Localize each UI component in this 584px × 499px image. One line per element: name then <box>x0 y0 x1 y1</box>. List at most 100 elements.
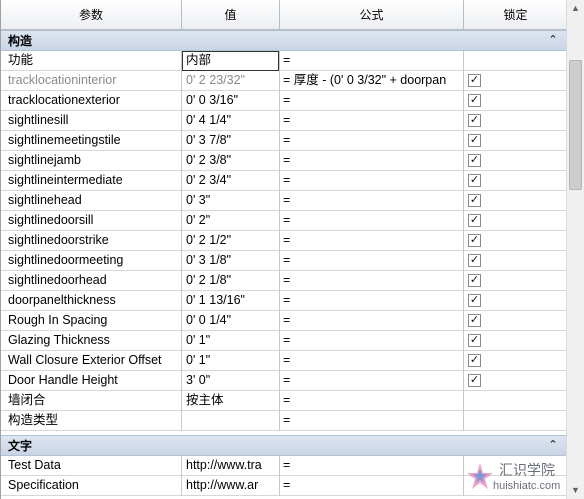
checkbox-checked-icon[interactable]: ✓ <box>468 314 481 327</box>
value-cell[interactable]: 0' 2 3/4" <box>182 171 280 191</box>
value-cell[interactable]: 0' 2 1/2" <box>182 231 280 251</box>
column-header-lock[interactable]: 锁定 <box>464 0 566 30</box>
value-cell[interactable]: http://www.tra <box>182 456 280 476</box>
formula-cell[interactable]: = <box>280 311 464 331</box>
checkbox-checked-icon[interactable]: ✓ <box>468 374 481 387</box>
value-cell[interactable]: 0' 2 3/8" <box>182 151 280 171</box>
scroll-up-icon[interactable]: ▲ <box>567 0 584 17</box>
checkbox-checked-icon[interactable]: ✓ <box>468 114 481 127</box>
value-cell[interactable]: 0' 0 1/4" <box>182 311 280 331</box>
formula-cell[interactable]: = <box>280 191 464 211</box>
value-cell[interactable]: 内部 <box>182 51 280 71</box>
lock-cell: ✓ <box>464 231 566 251</box>
formula-cell[interactable]: = <box>280 91 464 111</box>
table-row[interactable]: doorpanelthickness 0' 1 13/16" = ✓ <box>1 291 566 311</box>
checkbox-checked-icon[interactable]: ✓ <box>468 174 481 187</box>
formula-cell[interactable]: = <box>280 351 464 371</box>
table-row[interactable]: sightlinedoormeeting 0' 3 1/8" = ✓ <box>1 251 566 271</box>
lock-cell: ✓ <box>464 351 566 371</box>
formula-cell[interactable]: = <box>280 111 464 131</box>
table-row[interactable]: 功能 内部 = <box>1 51 566 71</box>
formula-cell[interactable]: = <box>280 171 464 191</box>
formula-cell[interactable]: = <box>280 411 464 431</box>
param-cell: tracklocationinterior <box>1 71 182 91</box>
checkbox-checked-icon[interactable]: ✓ <box>468 354 481 367</box>
formula-cell[interactable]: = <box>280 331 464 351</box>
table-row[interactable]: tracklocationinterior 0' 2 23/32" = 厚度 - (… <box>1 71 566 91</box>
table-row[interactable]: 构造类型 = <box>1 411 566 431</box>
value-cell[interactable]: 0' 0 3/16" <box>182 91 280 111</box>
formula-cell[interactable]: = 厚度 - (0' 0 3/32" + doorpan <box>280 71 464 91</box>
checkbox-checked-icon[interactable]: ✓ <box>468 254 481 267</box>
column-header-value[interactable]: 值 <box>182 0 280 30</box>
value-cell[interactable]: 0' 1" <box>182 331 280 351</box>
group-header[interactable]: 文字 ⌃ <box>1 435 566 456</box>
checkbox-checked-icon[interactable]: ✓ <box>468 194 481 207</box>
table-row[interactable]: sightlinedoorhead 0' 2 1/8" = ✓ <box>1 271 566 291</box>
value-cell[interactable]: 0' 1 13/16" <box>182 291 280 311</box>
value-cell[interactable]: 0' 2" <box>182 211 280 231</box>
value-cell[interactable]: 0' 3" <box>182 191 280 211</box>
checkbox-checked-icon[interactable]: ✓ <box>468 74 481 87</box>
formula-cell[interactable]: = <box>280 51 464 71</box>
value-cell[interactable]: 0' 2 23/32" <box>182 71 280 91</box>
formula-cell[interactable]: = <box>280 231 464 251</box>
formula-cell[interactable]: = <box>280 291 464 311</box>
group-header[interactable]: 构造 ⌃ <box>1 30 566 51</box>
table-row[interactable]: sightlineintermediate 0' 2 3/4" = ✓ <box>1 171 566 191</box>
table-row[interactable]: sightlinemeetingstile 0' 3 7/8" = ✓ <box>1 131 566 151</box>
table-row[interactable]: tracklocationexterior 0' 0 3/16" = ✓ <box>1 91 566 111</box>
value-cell[interactable]: 按主体 <box>182 391 280 411</box>
value-cell[interactable]: 0' 4 1/4" <box>182 111 280 131</box>
column-header-formula[interactable]: 公式 <box>280 0 464 30</box>
table-row[interactable]: sightlinedoorstrike 0' 2 1/2" = ✓ <box>1 231 566 251</box>
checkbox-checked-icon[interactable]: ✓ <box>468 214 481 227</box>
table-row[interactable]: sightlinehead 0' 3" = ✓ <box>1 191 566 211</box>
table-row[interactable]: Wall Closure Exterior Offset 0' 1" = ✓ <box>1 351 566 371</box>
checkbox-checked-icon[interactable]: ✓ <box>468 294 481 307</box>
formula-cell[interactable]: = <box>280 151 464 171</box>
table-row[interactable]: Rough In Spacing 0' 0 1/4" = ✓ <box>1 311 566 331</box>
lock-cell: ✓ <box>464 131 566 151</box>
lock-cell: ✓ <box>464 251 566 271</box>
collapse-chevron-icon[interactable]: ⌃ <box>547 437 559 453</box>
group-label: 文字 <box>8 439 33 453</box>
lock-cell: ✓ <box>464 91 566 111</box>
param-cell: Door Handle Height <box>1 371 182 391</box>
formula-cell[interactable]: = <box>280 456 464 476</box>
scroll-thumb[interactable] <box>569 60 582 190</box>
value-cell[interactable]: 0' 3 7/8" <box>182 131 280 151</box>
value-cell[interactable]: 0' 2 1/8" <box>182 271 280 291</box>
table-row[interactable]: sightlinesill 0' 4 1/4" = ✓ <box>1 111 566 131</box>
table-row[interactable]: sightlinejamb 0' 2 3/8" = ✓ <box>1 151 566 171</box>
formula-cell[interactable]: = <box>280 476 464 496</box>
param-cell: sightlinejamb <box>1 151 182 171</box>
value-cell[interactable]: 3' 0" <box>182 371 280 391</box>
checkbox-checked-icon[interactable]: ✓ <box>468 234 481 247</box>
checkbox-checked-icon[interactable]: ✓ <box>468 334 481 347</box>
scroll-down-icon[interactable]: ▼ <box>567 482 584 499</box>
table-row[interactable]: Glazing Thickness 0' 1" = ✓ <box>1 331 566 351</box>
value-cell[interactable] <box>182 411 280 431</box>
formula-cell[interactable]: = <box>280 371 464 391</box>
checkbox-checked-icon[interactable]: ✓ <box>468 94 481 107</box>
formula-cell[interactable]: = <box>280 391 464 411</box>
column-header-param[interactable]: 参数 <box>1 0 182 30</box>
value-cell[interactable]: http://www.ar <box>182 476 280 496</box>
formula-cell[interactable]: = <box>280 251 464 271</box>
vertical-scrollbar[interactable]: ▲ ▼ <box>566 0 584 499</box>
checkbox-checked-icon[interactable]: ✓ <box>468 154 481 167</box>
formula-cell[interactable]: = <box>280 271 464 291</box>
table-row[interactable]: 墙闭合 按主体 = <box>1 391 566 411</box>
value-cell[interactable]: 0' 3 1/8" <box>182 251 280 271</box>
param-cell: Rough In Spacing <box>1 311 182 331</box>
checkbox-checked-icon[interactable]: ✓ <box>468 274 481 287</box>
table-row[interactable]: sightlinedoorsill 0' 2" = ✓ <box>1 211 566 231</box>
lock-cell: ✓ <box>464 211 566 231</box>
value-cell[interactable]: 0' 1" <box>182 351 280 371</box>
checkbox-checked-icon[interactable]: ✓ <box>468 134 481 147</box>
table-row[interactable]: Door Handle Height 3' 0" = ✓ <box>1 371 566 391</box>
formula-cell[interactable]: = <box>280 211 464 231</box>
collapse-chevron-icon[interactable]: ⌃ <box>547 32 559 48</box>
formula-cell[interactable]: = <box>280 131 464 151</box>
